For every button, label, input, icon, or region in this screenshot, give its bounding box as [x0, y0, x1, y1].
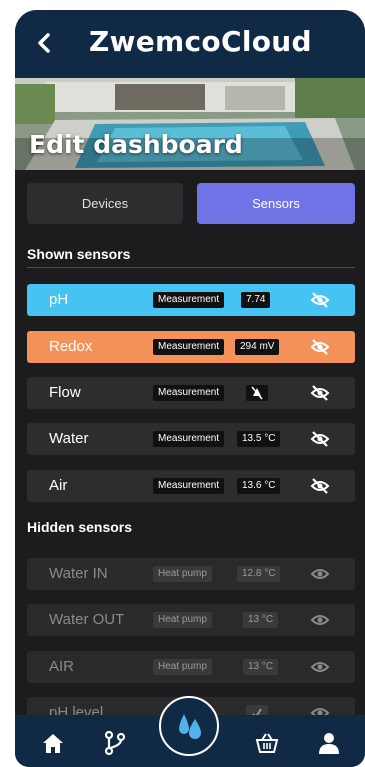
sensor-value: 13.5 °C — [237, 431, 281, 447]
sensor-type-badge: Measurement — [153, 339, 225, 355]
eye-off-icon[interactable] — [310, 477, 330, 495]
sensor-value: 7.74 — [241, 292, 271, 308]
home-icon[interactable] — [39, 729, 67, 757]
sensor-name: AIR — [49, 658, 75, 675]
sensor-name: pH — [49, 291, 69, 308]
sensor-type-badge: Measurement — [153, 385, 225, 401]
eye-off-icon[interactable] — [310, 338, 330, 356]
divider — [27, 267, 355, 268]
sensor-value: 13.6 °C — [237, 478, 281, 494]
flow-icon[interactable] — [101, 729, 129, 757]
sensor-value: 13 °C — [243, 612, 279, 628]
basket-icon[interactable] — [253, 729, 281, 757]
sensor-type-badge: Measurement — [153, 431, 225, 447]
app-screen: ZwemcoCloud Edit dashboard Devices Senso… — [15, 10, 365, 767]
sensor-row-air-heatpump[interactable]: AIR Heat pump 13 °C — [27, 651, 355, 683]
sensor-row-flow[interactable]: Flow Measurement — [27, 377, 355, 409]
no-flow-icon — [246, 385, 268, 401]
page-title: Edit dashboard — [29, 130, 243, 159]
sensor-type-badge: Heat pump — [153, 566, 212, 582]
eye-icon[interactable] — [310, 565, 330, 583]
sensor-type-badge: Heat pump — [153, 659, 212, 675]
sensor-name: Water — [49, 430, 89, 447]
chevron-left-icon[interactable] — [33, 28, 59, 58]
water-drop-button[interactable] — [159, 696, 219, 756]
sensor-name: Redox — [49, 338, 93, 355]
sensor-row-water-in[interactable]: Water IN Heat pump 12.8 °C — [27, 558, 355, 590]
eye-icon[interactable] — [310, 611, 330, 629]
sensor-row-air[interactable]: Air Measurement 13.6 °C — [27, 470, 355, 502]
sensor-type-badge: Measurement — [153, 478, 225, 494]
user-icon[interactable] — [315, 729, 343, 757]
sensor-row-redox[interactable]: Redox Measurement 294 mV — [27, 331, 355, 363]
sensor-name: Water IN — [49, 565, 108, 582]
eye-icon[interactable] — [310, 658, 330, 676]
sensor-row-water-out[interactable]: Water OUT Heat pump 13 °C — [27, 604, 355, 636]
eye-off-icon[interactable] — [310, 291, 330, 309]
tab-devices[interactable]: Devices — [27, 183, 183, 224]
sensor-row-water[interactable]: Water Measurement 13.5 °C — [27, 423, 355, 455]
water-drop-icon — [175, 710, 205, 747]
hidden-sensors-heading: Hidden sensors — [27, 519, 133, 535]
top-bar: ZwemcoCloud — [15, 10, 365, 78]
sensor-type-badge: Heat pump — [153, 612, 212, 628]
hero-banner: Edit dashboard — [15, 78, 365, 170]
sensor-value: 12.8 °C — [237, 566, 281, 582]
sensor-value: 13 °C — [243, 659, 279, 675]
eye-off-icon[interactable] — [310, 430, 330, 448]
brand-logo: ZwemcoCloud — [89, 25, 312, 58]
eye-off-icon[interactable] — [310, 384, 330, 402]
sensor-name: Flow — [49, 384, 81, 401]
shown-sensors-heading: Shown sensors — [27, 246, 131, 262]
sensor-name: Water OUT — [49, 611, 125, 628]
tab-sensors[interactable]: Sensors — [197, 183, 355, 224]
sensor-value: 294 mV — [235, 339, 280, 355]
sensor-type-badge: Measurement — [153, 292, 225, 308]
sensor-row-ph[interactable]: pH Measurement 7.74 — [27, 284, 355, 316]
sensor-name: Air — [49, 477, 68, 494]
